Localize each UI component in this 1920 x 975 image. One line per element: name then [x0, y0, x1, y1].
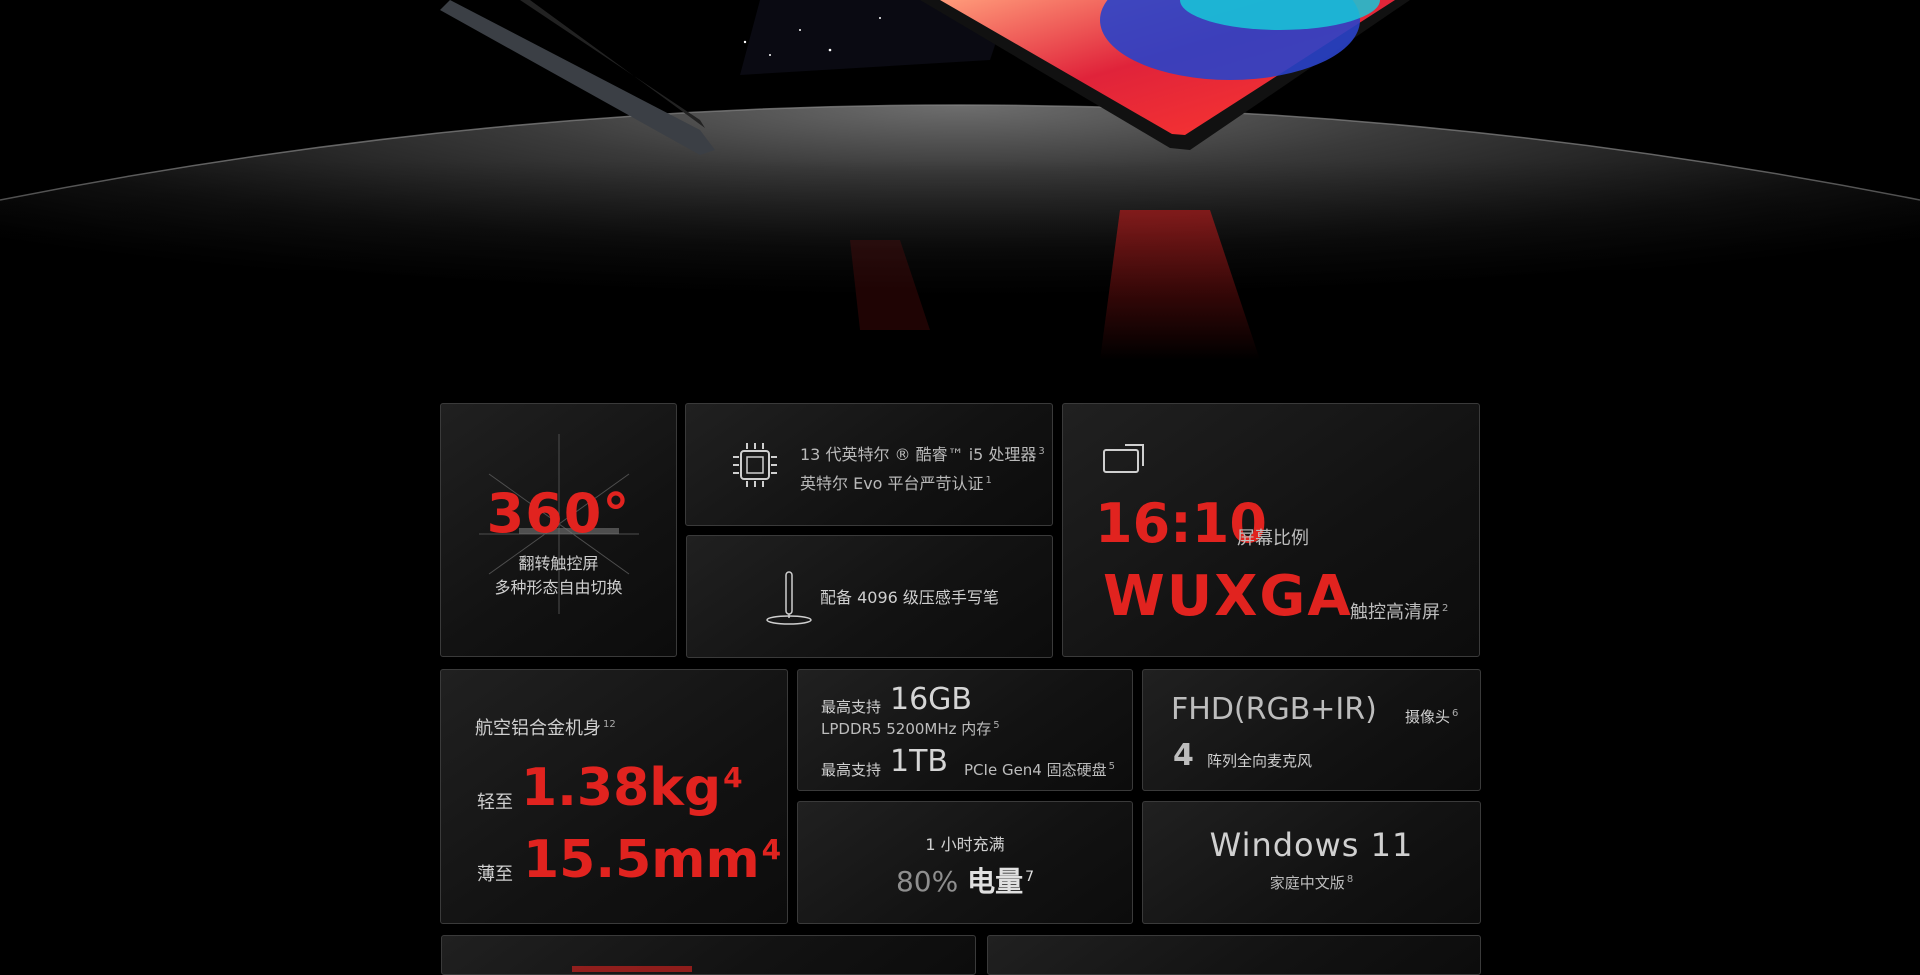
- thickness-value: 15.5mm4: [523, 830, 782, 890]
- tile-screen: 16:10 屏幕比例 WUXGA 触控高清屏 2: [1062, 403, 1480, 657]
- thickness-prefix: 薄至: [477, 864, 513, 885]
- weight-value: 1.38kg4: [521, 758, 743, 818]
- flip-line1: 翻转触控屏: [518, 554, 599, 573]
- tile-camera: FHD(RGB+IR) 摄像头 6 4 阵列全向麦克风: [1142, 669, 1481, 791]
- tile-bottom-right: [987, 935, 1481, 975]
- laptop-hero-image: [0, 0, 1920, 380]
- charge-line1: 1 小时充满: [925, 835, 1005, 854]
- camera-value: FHD(RGB+IR): [1171, 692, 1377, 727]
- tile-os: Windows 11 家庭中文版 8: [1142, 801, 1481, 924]
- screen-resolution: WUXGA: [1103, 564, 1353, 629]
- screen-resolution-label: 触控高清屏 2: [1350, 602, 1449, 623]
- tile-fast-charge: 1 小时充满 80% 电量 7: [797, 801, 1133, 924]
- pen-label: 配备 4096 级压感手写笔: [820, 588, 999, 607]
- screen-rotate-icon: [1103, 444, 1144, 473]
- tile-processor: 13 代英特尔 ® 酷睿™ i5 处理器 3 英特尔 Evo 平台严苛认证 1: [685, 403, 1053, 526]
- tile-memory-storage: 最高支持 16GB LPDDR5 5200MHz 内存 5 最高支持 1TB PC…: [797, 669, 1133, 791]
- mic-value: 4: [1173, 738, 1194, 773]
- flip-value: 360°: [486, 482, 631, 545]
- ssd-detail: PCIe Gen4 固态硬盘 5: [964, 761, 1115, 779]
- mic-label: 阵列全向麦克风: [1207, 752, 1313, 770]
- hero-banner: [0, 0, 1920, 380]
- ram-detail: LPDDR5 5200MHz 内存 5: [821, 720, 1000, 738]
- os-name: Windows 11: [1209, 826, 1414, 864]
- tile-chassis: 航空铝合金机身 12 轻至 1.38kg4 薄至 15.5mm4: [440, 669, 788, 924]
- bottom-left-accent: [572, 966, 692, 972]
- ram-prefix: 最高支持: [821, 698, 882, 716]
- chassis-material: 航空铝合金机身 12: [475, 718, 616, 739]
- weight-prefix: 轻至: [477, 792, 513, 813]
- tile-bottom-left: [441, 935, 976, 975]
- cpu-line1: 13 代英特尔 ® 酷睿™ i5 处理器 3: [800, 445, 1045, 464]
- ram-value: 16GB: [890, 682, 973, 717]
- tile-stylus: 配备 4096 级压感手写笔: [686, 535, 1053, 658]
- tile-360-flip: 360° 翻转触控屏 多种形态自由切换: [440, 403, 677, 657]
- screen-ratio-label: 屏幕比例: [1237, 528, 1309, 549]
- camera-label: 摄像头 6: [1405, 708, 1459, 726]
- flip-line2: 多种形态自由切换: [494, 578, 623, 597]
- os-edition: 家庭中文版 8: [1269, 874, 1354, 892]
- charge-line2: 80% 电量 7: [895, 865, 1035, 898]
- stylus-pen-icon: [766, 571, 812, 625]
- processor-chip-icon: [733, 443, 777, 487]
- ssd-value: 1TB: [890, 744, 948, 779]
- cpu-line2: 英特尔 Evo 平台严苛认证 1: [800, 474, 992, 493]
- ssd-prefix: 最高支持: [821, 761, 882, 779]
